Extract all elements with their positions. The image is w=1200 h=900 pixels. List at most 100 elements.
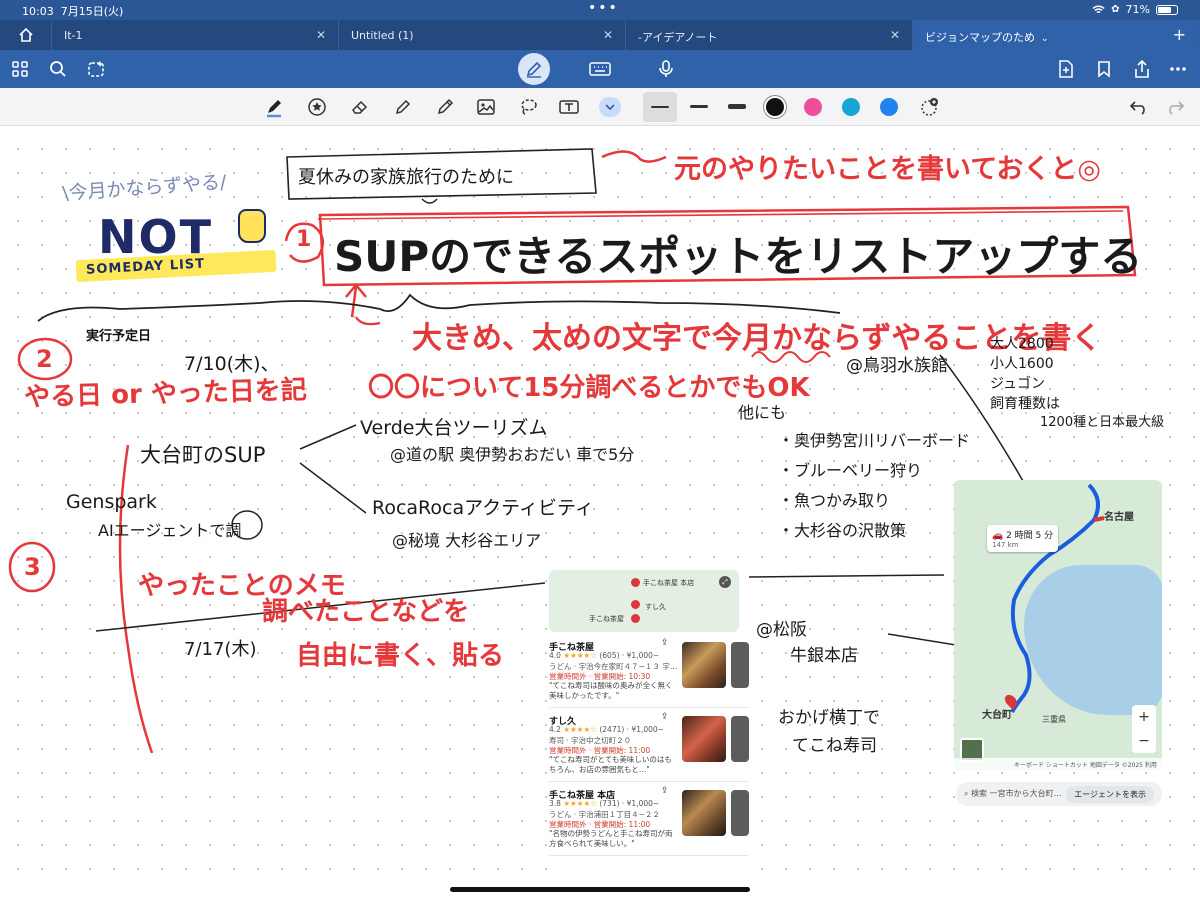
genspark-note: AIエージェントで調 [98, 521, 242, 540]
tab-label: It-1 [64, 29, 83, 42]
map-search-query: 検索 一宮市から大台町… [971, 789, 1062, 798]
chevron-down-icon [605, 104, 615, 110]
keyboard-icon[interactable] [588, 57, 612, 81]
restaurant-rating: 4.0 ★★★★☆ (605) · ¥1,000~ [549, 651, 659, 660]
restaurant-photo-more[interactable] [731, 716, 749, 762]
mic-icon[interactable] [654, 57, 678, 81]
search-icon[interactable] [46, 57, 70, 81]
restaurant-review: "名物の伊勢うどんと手こね寿司が両方食べられて美味しい。" [549, 829, 673, 848]
okage-label: おかげ横丁で [778, 708, 880, 728]
more-icon[interactable] [1166, 57, 1190, 81]
close-icon[interactable]: ✕ [603, 28, 613, 42]
rating-stars: ★★★★☆ [563, 651, 597, 660]
route-time: 2 時間 5 分 [1006, 531, 1054, 541]
wifi-icon [1092, 5, 1105, 13]
redo-icon[interactable] [1163, 95, 1187, 119]
multitask-dots-icon[interactable]: ••• [588, 0, 619, 16]
car-icon: 🚗 [992, 531, 1004, 541]
restaurant-item[interactable]: すし久 ⇪ 4.2 ★★★★☆ (2471) · ¥1,000~ 寿司 · 宇治… [549, 710, 749, 782]
rating-stars: ★★★★☆ [563, 799, 597, 808]
tool-options-button[interactable] [599, 97, 621, 117]
map-label-nagoya: 名古屋 [1104, 512, 1134, 523]
restaurant-item[interactable]: 手こね茶屋 本店 ⇪ 3.8 ★★★★☆ (731) · ¥1,000~ うどん… [549, 784, 749, 856]
memo-note-2: 自由に書く、貼る [296, 641, 505, 671]
pen-tool-icon[interactable] [262, 95, 286, 119]
other-item-3: ・魚つかみ取り [778, 491, 891, 510]
review-count: (2471) · ¥1,000~ [599, 725, 664, 734]
battery-icon [1156, 4, 1178, 15]
add-page-icon[interactable] [1054, 57, 1078, 81]
restaurant-photo[interactable] [682, 642, 726, 688]
show-agent-button[interactable]: エージェントを表示 [1066, 786, 1154, 803]
zoom-out-button[interactable]: − [1138, 733, 1150, 749]
matsusaka-label: @松阪 [756, 620, 807, 640]
tab-idea-note[interactable]: -アイデアノート ✕ [626, 20, 913, 50]
eraser-tool-icon[interactable] [348, 95, 372, 119]
restaurant-mini-map: 手こね茶屋 本店 すし久 手こね茶屋 ⤢ [549, 570, 739, 632]
home-indicator[interactable] [450, 887, 750, 892]
pen-mode-button[interactable] [518, 53, 550, 85]
restaurant-photo-more[interactable] [731, 642, 749, 688]
shape-stamp-icon[interactable] [305, 95, 329, 119]
expand-icon[interactable]: ⤢ [719, 576, 731, 588]
close-icon[interactable]: ✕ [316, 28, 326, 42]
aquarium-price-adult: 大人2800 [990, 336, 1054, 352]
okage-food: てこね寿司 [792, 736, 877, 756]
share-icon[interactable]: ⇪ [661, 638, 669, 648]
restaurant-photo-more[interactable] [731, 790, 749, 836]
map-search-bar[interactable]: ⌕ 検索 一宮市から大台町… エージェントを表示 [956, 782, 1162, 806]
route-distance: 147 km [992, 541, 1019, 549]
route-time-badge[interactable]: 🚗 2 時間 5 分 147 km [987, 525, 1059, 552]
tab-it1[interactable]: It-1 ✕ [52, 20, 339, 50]
tab-untitled[interactable]: Untitled (1) ✕ [339, 20, 626, 50]
rocaroca-name: RocaRocaアクティビティ [372, 497, 594, 519]
share-icon[interactable] [1130, 57, 1154, 81]
restaurant-item[interactable]: 手こね茶屋 ⇪ 4.0 ★★★★☆ (605) · ¥1,000~ うどん · … [549, 636, 749, 708]
magic-icon[interactable] [84, 57, 108, 81]
highlighter-tool-icon[interactable] [391, 95, 415, 119]
grid-icon[interactable] [8, 57, 32, 81]
color-swatch-black[interactable] [766, 98, 784, 116]
focus-icon: ✿ [1111, 4, 1120, 15]
lasso-tool-icon[interactable] [516, 95, 540, 119]
line-width-thin[interactable] [651, 106, 669, 108]
tab-vision-map[interactable]: ビジョンマップのため ⌄ [913, 20, 1200, 50]
restaurant-photo[interactable] [682, 716, 726, 762]
goal-title: SUPのできるスポットをリストアップする [334, 232, 1143, 281]
main-toolbar [0, 50, 1200, 88]
share-icon[interactable]: ⇪ [661, 786, 669, 796]
restaurant-photo[interactable] [682, 790, 726, 836]
undo-icon[interactable] [1127, 95, 1151, 119]
line-width-medium[interactable] [690, 105, 708, 108]
time-text: 10:03 [22, 5, 54, 18]
chevron-down-icon[interactable]: ⌄ [1041, 34, 1049, 44]
map-footer: キーボード ショートカット 地図データ ©2025 利用規約 [954, 758, 1162, 770]
add-color-icon[interactable] [917, 95, 941, 119]
home-button[interactable] [0, 20, 52, 50]
rating-stars: ★★★★☆ [563, 725, 597, 734]
map-zoom-control[interactable]: + − [1132, 705, 1156, 753]
close-icon[interactable]: ✕ [890, 28, 900, 42]
map-pin-icon [631, 614, 640, 623]
note-canvas[interactable]: \今月かならずやる/ SOMEDAY LIST NOT 夏休みの家族旅行のために… [0, 127, 1200, 877]
memo-date: 7/17(木) [184, 639, 257, 660]
color-swatch-blue[interactable] [880, 98, 898, 116]
bookmark-icon[interactable] [1092, 57, 1116, 81]
zoom-in-button[interactable]: + [1138, 709, 1150, 725]
memo-note-1: 調べたことなどを [262, 597, 470, 627]
pencil-tool-icon[interactable] [433, 95, 457, 119]
text-tool-icon[interactable] [557, 95, 581, 119]
restaurant-list-image[interactable]: 手こね茶屋 本店 すし久 手こね茶屋 ⤢ 手こね茶屋 ⇪ 4.0 ★★★★☆ (… [549, 570, 749, 877]
route-map-image[interactable]: 🚗 2 時間 5 分 147 km 名古屋 大台町 三重県 + − キーボード シ… [954, 480, 1162, 770]
share-icon[interactable]: ⇪ [661, 712, 669, 722]
line-width-thick[interactable] [728, 104, 746, 109]
image-tool-icon[interactable] [474, 95, 498, 119]
aquarium-dugong: ジュゴン [990, 376, 1046, 392]
add-tab-icon[interactable]: + [1173, 25, 1186, 44]
tab-label: -アイデアノート [638, 31, 718, 44]
color-swatch-cyan[interactable] [842, 98, 860, 116]
color-swatch-pink[interactable] [804, 98, 822, 116]
aquarium-species-2: 1200種と日本最大級 [1040, 415, 1165, 430]
other-item-2: ・ブルーベリー狩り [778, 461, 923, 480]
pen-mode-icon [526, 61, 542, 78]
